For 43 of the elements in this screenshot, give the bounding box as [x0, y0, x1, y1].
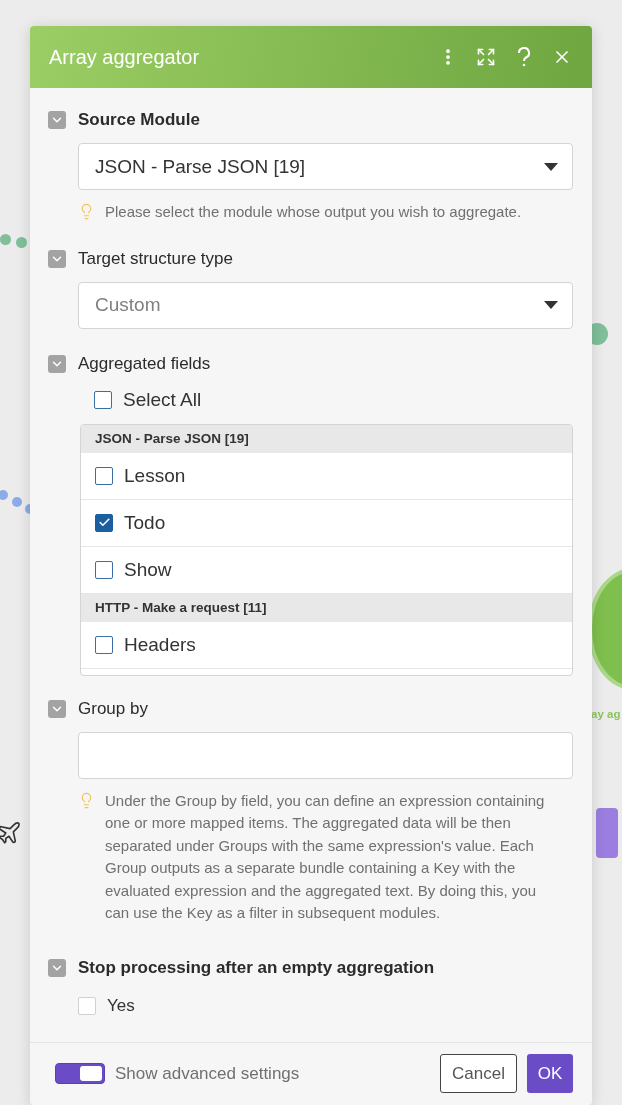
collapse-toggle[interactable]	[48, 249, 66, 268]
group-header: JSON - Parse JSON [19]	[81, 424, 572, 453]
checkbox[interactable]	[94, 390, 112, 409]
checkbox-label: Show	[124, 558, 172, 581]
field-label: Aggregated fields	[78, 353, 211, 374]
dialog-title: Array aggregator	[49, 45, 201, 69]
connector-dot	[0, 490, 8, 500]
collapse-toggle[interactable]	[48, 111, 66, 129]
checkbox-label: Select All	[123, 388, 202, 411]
checkbox[interactable]	[95, 466, 113, 485]
select-field[interactable]: Custom	[78, 281, 573, 329]
checkmark-icon	[97, 516, 111, 529]
cancel-button[interactable]: Cancel	[440, 1054, 517, 1093]
connector-dot	[12, 497, 22, 507]
caret-icon	[544, 162, 558, 171]
select-field[interactable]: JSON - Parse JSON [19]	[78, 143, 573, 190]
input-field[interactable]	[78, 731, 573, 779]
checkbox-label: Todo	[124, 511, 166, 534]
module-node[interactable]	[596, 808, 618, 858]
group-header: HTTP - Make a request [11]	[81, 593, 572, 622]
field-label: Stop processing after an empty aggregation	[78, 957, 435, 978]
field-label: Source Module	[78, 110, 200, 130]
field-label: Group by	[78, 698, 148, 719]
checkbox-label: Headers	[124, 633, 196, 656]
checkbox-label: Lesson	[124, 464, 186, 487]
caret-icon	[544, 301, 558, 309]
module-label: ay ag	[591, 708, 621, 720]
collapse-toggle[interactable]	[48, 354, 66, 373]
hint-text: Please select the module whose output you wish to aggregate.	[105, 202, 523, 222]
checkbox[interactable]	[95, 635, 113, 654]
toggle-label: Show advanced settings	[115, 1063, 301, 1084]
toggle-switch[interactable]	[55, 1063, 105, 1084]
connector-dot	[16, 237, 27, 248]
collapse-toggle[interactable]	[48, 699, 66, 718]
field-label: Target structure type	[78, 248, 233, 269]
checkbox-label: Yes	[107, 995, 135, 1016]
ok-button[interactable]: OK	[527, 1054, 573, 1093]
checkbox[interactable]	[95, 560, 113, 579]
collapse-toggle[interactable]	[48, 958, 66, 977]
hint-text: Under the Group by field, you can define an expression containing one or more mapped items. The aggregated data will be then separated under Groups with the same expression's value. Each Group outputs as a separate bundle containing a Key with the evaluated expression and the aggregated text. By doing this, you can use the Key as a filter in subsequent modules.	[105, 790, 546, 923]
connector-dot	[0, 234, 11, 245]
checkbox[interactable]	[95, 513, 113, 532]
expand-icon[interactable]	[476, 47, 496, 67]
